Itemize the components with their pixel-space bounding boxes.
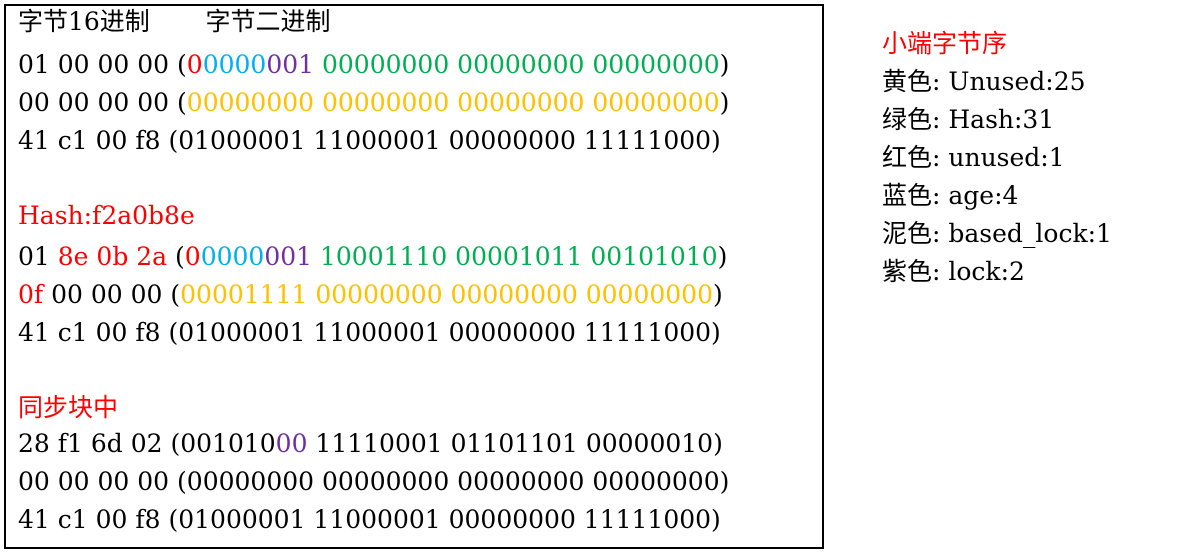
text-segment: 11110001 01101101 00000010) xyxy=(307,429,723,458)
column-header-row: 字节16进制 字节二进制 xyxy=(18,3,330,41)
text-segment: 0000 xyxy=(200,242,265,271)
text-segment: 同步块中 xyxy=(18,393,119,422)
text-segment: 0f xyxy=(18,280,44,309)
row-2-word-3: 41 c1 00 f8 (01000001 11000001 00000000 … xyxy=(18,314,721,352)
text-segment: 001 xyxy=(264,242,313,271)
text-segment: 00000000 00000000 00000000 xyxy=(314,50,720,79)
text-segment: 001 xyxy=(266,50,315,79)
legend-item-blue: 蓝色: age:4 xyxy=(882,181,1019,210)
text-segment: 41 c1 00 f8 (01000001 11000001 00000000 … xyxy=(18,318,721,347)
text-segment: 00 xyxy=(275,429,308,458)
legend-item-red: 红色: unused:1 xyxy=(882,143,1065,172)
text-segment: ) xyxy=(717,242,728,271)
legend-item-mud: 泥色: based_lock:1 xyxy=(882,219,1112,248)
row-1-word-3: 41 c1 00 f8 (01000001 11000001 00000000 … xyxy=(18,122,721,160)
row-1-word-2: 00 00 00 00 (00000000 00000000 00000000 … xyxy=(18,84,729,122)
text-segment: ) xyxy=(719,88,730,117)
row-3-word-2: 00 00 00 00 (00000000 00000000 00000000 … xyxy=(18,463,729,501)
text-segment: ( xyxy=(167,242,185,271)
sync-block-title: 同步块中 xyxy=(18,389,118,427)
text-segment: 00 00 00 ( xyxy=(43,280,181,309)
row-2-word-1: 01 8e 0b 2a (00000001 10001110 00001011 … xyxy=(18,238,727,276)
legend-title: 小端字节序 xyxy=(882,29,1008,58)
hash-title: Hash:f2a0b8e xyxy=(18,197,195,235)
text-segment: 0 xyxy=(184,242,201,271)
text-segment: 41 c1 00 f8 (01000001 11000001 00000000 … xyxy=(18,126,721,155)
text-segment: 01 xyxy=(18,242,58,271)
text-segment: Hash:f2a0b8e xyxy=(18,201,195,230)
legend-item-purple: 紫色: lock:2 xyxy=(882,257,1025,286)
text-segment: 28 f1 6d 02 (001010 xyxy=(18,429,276,458)
text-segment: 01 00 00 00 ( xyxy=(18,50,187,79)
row-1-word-1: 01 00 00 00 (00000001 00000000 00000000 … xyxy=(18,46,729,84)
text-segment: 字节16进制 字节二进制 xyxy=(18,7,331,36)
text-segment: ) xyxy=(712,280,723,309)
row-3-word-1: 28 f1 6d 02 (00101000 11110001 01101101 … xyxy=(18,425,723,463)
text-segment: ) xyxy=(719,50,730,79)
text-segment: 0 xyxy=(186,50,203,79)
text-segment: 10001110 00001011 00101010 xyxy=(312,242,718,271)
legend-item-green: 绿色: Hash:31 xyxy=(882,105,1055,134)
text-segment: 00001111 00000000 00000000 00000000 xyxy=(180,280,713,309)
row-3-word-3: 41 c1 00 f8 (01000001 11000001 00000000 … xyxy=(18,501,721,539)
text-segment: 8e 0b 2a xyxy=(57,242,168,271)
text-segment: 41 c1 00 f8 (01000001 11000001 00000000 … xyxy=(18,505,721,534)
legend-item-yellow: 黄色: Unused:25 xyxy=(882,67,1086,96)
text-segment: 00 00 00 00 ( xyxy=(18,88,187,117)
text-segment: 00000000 00000000 00000000 00000000 xyxy=(186,88,720,117)
text-segment: 0000 xyxy=(202,50,267,79)
text-segment: 00 00 00 00 (00000000 00000000 00000000 … xyxy=(18,467,730,496)
row-2-word-2: 0f 00 00 00 (00001111 00000000 00000000 … xyxy=(18,276,723,314)
